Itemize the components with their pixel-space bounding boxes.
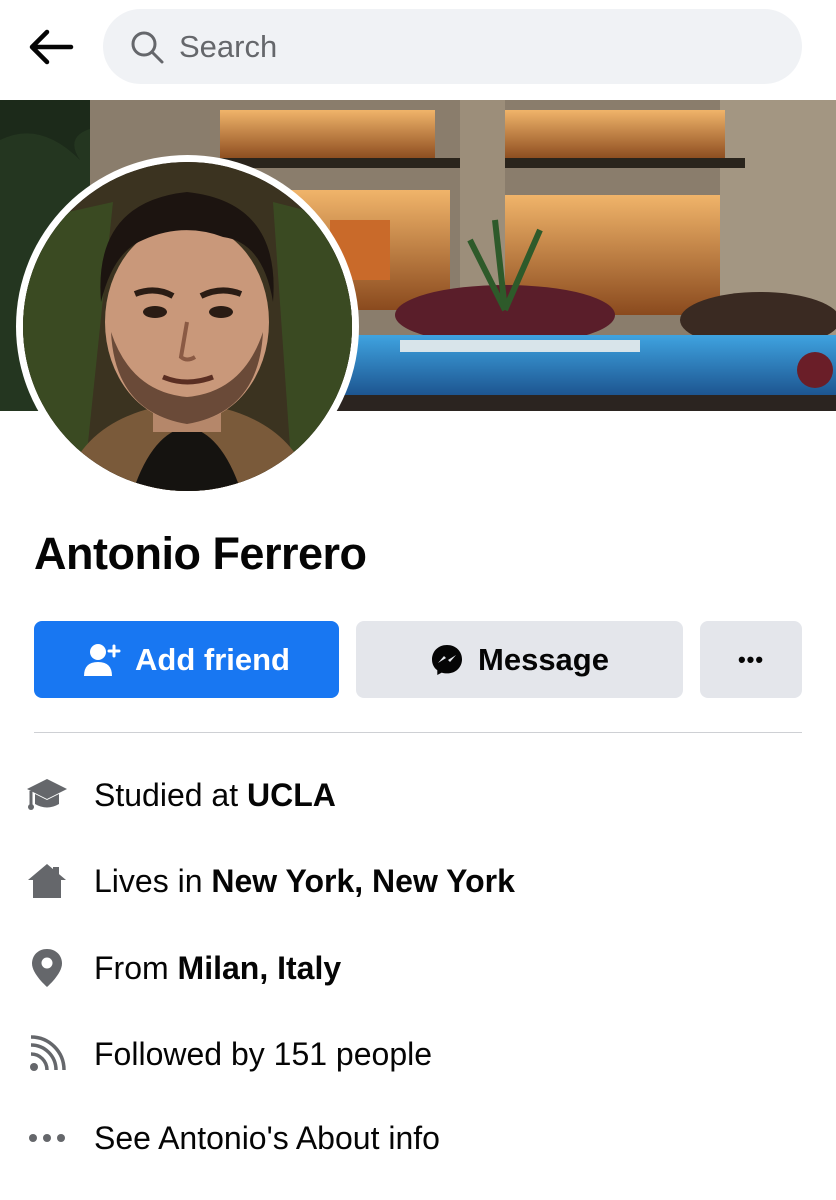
avatar[interactable] [23,162,352,491]
info-hometown: From Milan, Italy [24,943,341,993]
home-icon [24,858,70,904]
hometown-prefix: From [94,949,178,986]
message-label: Message [478,641,609,677]
followers-text[interactable]: Followed by 151 people [94,1036,432,1073]
back-button[interactable] [24,22,78,72]
graduation-cap-icon [24,772,70,818]
more-options-button[interactable]: ••• [700,621,802,698]
arrow-left-icon [29,29,74,65]
message-button[interactable]: Message [356,621,683,698]
info-education: Studied at UCLA [24,770,336,820]
profile-page: Antonio Ferrero Add friend Message ••• [0,0,836,1200]
divider [34,732,802,733]
messenger-icon [430,643,464,677]
location-pin-icon [24,945,70,991]
about-link[interactable]: See Antonio's About info [94,1120,440,1157]
add-friend-label: Add friend [135,641,290,677]
search-bar[interactable] [103,9,802,84]
residence-prefix: Lives in [94,862,212,899]
top-bar [0,0,836,100]
search-input[interactable] [179,28,739,65]
education-value[interactable]: UCLA [247,777,336,813]
more-dots-icon [24,1115,70,1161]
info-residence: Lives in New York, New York [24,856,515,906]
add-friend-button[interactable]: Add friend [34,621,339,698]
profile-name: Antonio Ferrero [34,528,367,579]
residence-value[interactable]: New York, New York [211,863,515,899]
add-person-icon [83,642,121,678]
search-icon [129,29,165,65]
education-prefix: Studied at [94,776,247,813]
hometown-value[interactable]: Milan, Italy [178,950,342,986]
info-about[interactable]: See Antonio's About info [24,1113,440,1163]
rss-feed-icon [24,1031,70,1077]
more-options-label: ••• [737,646,765,672]
info-followers: Followed by 151 people [24,1029,432,1079]
